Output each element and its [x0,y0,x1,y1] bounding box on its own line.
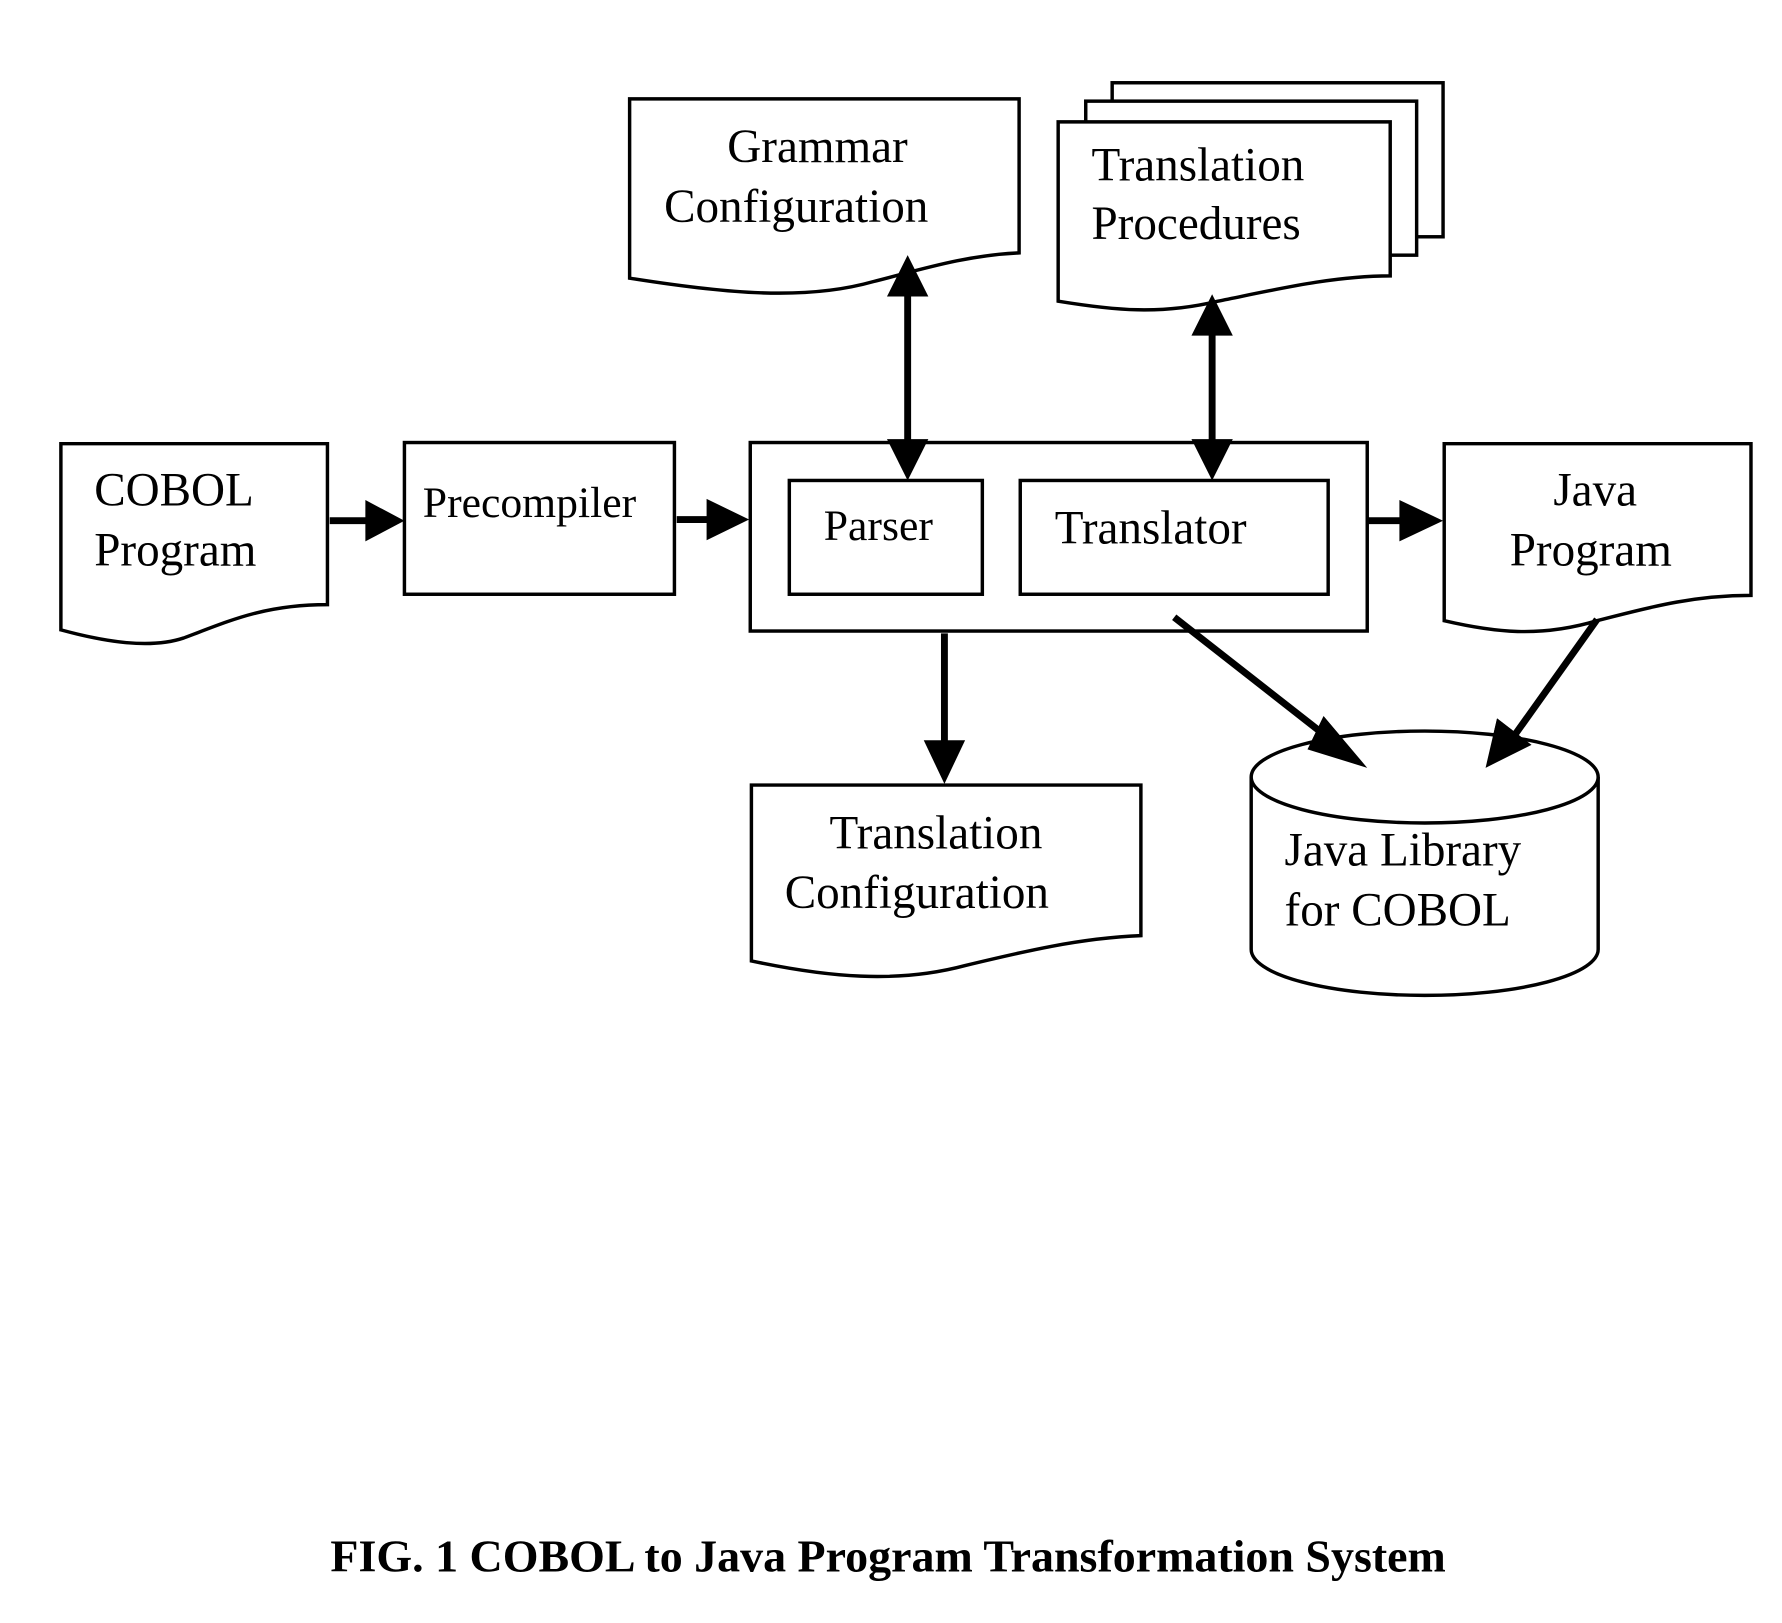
translation-procedures-node: Translation Procedures [1056,81,1445,312]
precompiler-label: Precompiler [423,479,637,527]
java-library-label-line1: Java Library [1285,825,1522,877]
parser-translator-system: Parser Translator [748,440,1369,633]
translation-configuration-label-line2: Configuration [785,867,1049,919]
translation-procedures-label-line1: Translation [1091,139,1304,191]
cobol-program-node: COBOL Program [59,441,330,646]
java-program-label-line2: Program [1510,525,1672,577]
grammar-configuration-label-line2: Configuration [664,181,928,233]
parser-node: Parser [787,478,985,596]
arrow-system-to-java-program [1368,500,1444,542]
arrow-parser-grammar-bidirectional [886,255,929,481]
diagram-canvas: COBOL Program Precompiler Parser Transla… [59,81,1753,1581]
grammar-configuration-label-line1: Grammar [727,121,908,173]
java-library-node: Java Library for COBOL [1249,716,1600,998]
java-program-node: Java Program [1442,441,1753,634]
translation-configuration-node: Translation Configuration [749,783,1143,979]
figure-caption: FIG. 1 COBOL to Java Program Transformat… [330,1530,1445,1581]
translator-label: Translator [1055,503,1247,555]
java-program-label-line1: Java [1553,465,1637,517]
arrow-cobol-to-precompiler [329,500,405,542]
arrow-system-to-translation-configuration [923,633,966,784]
cobol-program-label-line1: COBOL [94,465,254,517]
java-library-cylinder-top [1249,729,1600,825]
precompiler-node: Precompiler [402,440,677,596]
grammar-configuration-node: Grammar Configuration [627,97,1021,295]
parser-label: Parser [824,502,934,550]
translation-procedures-label-line2: Procedures [1091,198,1300,250]
arrow-precompiler-to-system [676,498,750,541]
java-library-label-line2: for COBOL [1285,884,1511,936]
cobol-program-label-line2: Program [94,525,256,577]
translation-configuration-label-line1: Translation [830,807,1043,859]
translator-node: Translator [1018,478,1330,596]
